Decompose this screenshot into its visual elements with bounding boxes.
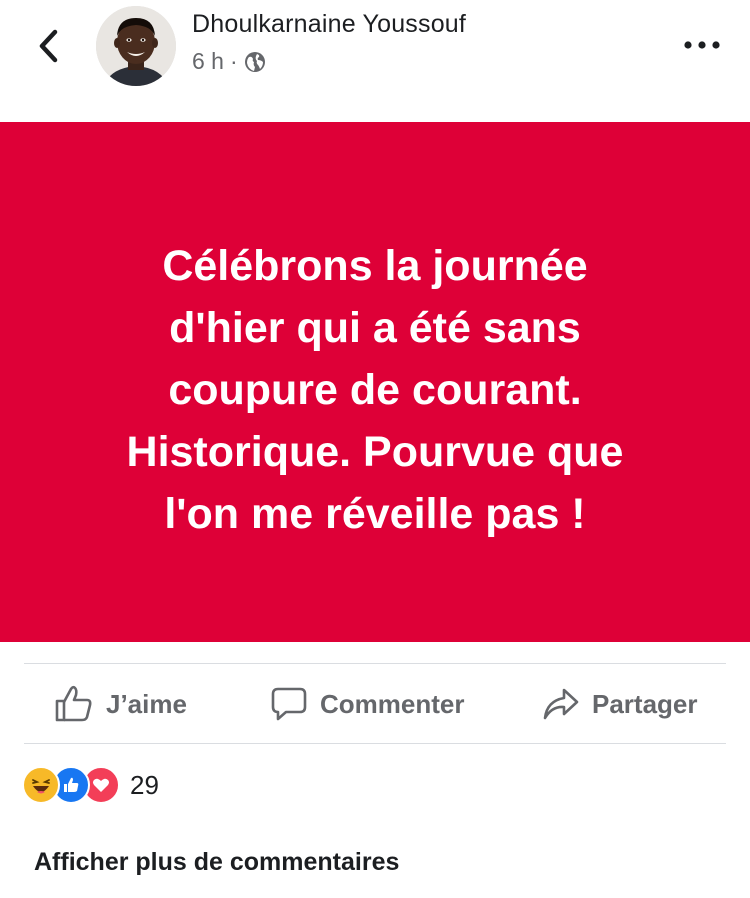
post-text-line: Historique. Pourvue que: [126, 428, 624, 476]
haha-reaction-icon: [22, 766, 60, 804]
post-header: Dhoulkarnaine Youssouf 6 h ·: [0, 0, 750, 122]
more-horizontal-icon: [684, 41, 720, 49]
view-more-comments-link[interactable]: Afficher plus de commentaires: [34, 848, 399, 877]
author-name[interactable]: Dhoulkarnaine Youssouf: [192, 10, 466, 39]
post-text-line: l'on me réveille pas !: [164, 490, 586, 538]
chevron-left-icon: [39, 29, 58, 63]
divider: [24, 663, 726, 664]
action-bar: J’aime Commenter Partager: [24, 665, 726, 743]
globe-icon: [244, 51, 265, 72]
comment-label: Commenter: [320, 688, 465, 719]
more-options-button[interactable]: [680, 30, 724, 60]
post-page: Dhoulkarnaine Youssouf 6 h · Célébrons l…: [0, 0, 750, 898]
share-label: Partager: [592, 688, 698, 719]
meta-separator: ·: [229, 48, 238, 74]
reaction-count: 29: [130, 769, 159, 800]
thumbs-up-icon: [55, 685, 92, 722]
post-content[interactable]: Célébrons la journée d'hier qui a été sa…: [0, 122, 750, 642]
share-button[interactable]: Partager: [542, 665, 698, 743]
avatar[interactable]: [96, 6, 176, 86]
post-meta: 6 h ·: [192, 48, 266, 75]
comment-icon: [271, 687, 307, 721]
post-text: Célébrons la journée d'hier qui a été sa…: [25, 235, 725, 545]
post-text-line: Célébrons la journée: [162, 242, 588, 290]
profile-photo: [96, 6, 176, 86]
post-text-line: d'hier qui a été sans: [169, 304, 581, 352]
share-icon: [543, 688, 579, 720]
post-text-line: coupure de courant.: [168, 366, 582, 414]
divider: [24, 743, 726, 744]
like-label: J’aime: [106, 688, 187, 719]
comment-button[interactable]: Commenter: [270, 665, 464, 743]
back-button[interactable]: [28, 24, 68, 68]
reactions-summary[interactable]: 29: [22, 766, 159, 804]
like-button[interactable]: J’aime: [54, 665, 187, 743]
post-time[interactable]: 6 h: [192, 48, 224, 75]
